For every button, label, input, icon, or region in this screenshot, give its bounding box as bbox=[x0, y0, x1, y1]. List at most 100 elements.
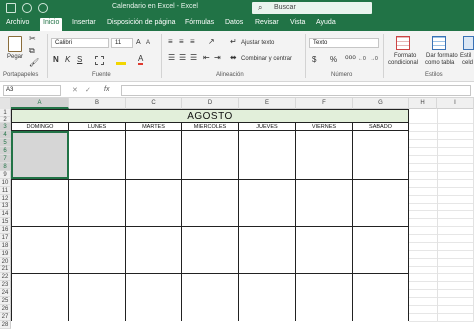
formula-input[interactable] bbox=[121, 85, 471, 96]
cell-styles-label-2[interactable]: celd bbox=[462, 60, 473, 66]
conditional-format-label-2[interactable]: condicional bbox=[388, 60, 418, 66]
percent-icon[interactable]: % bbox=[330, 55, 337, 64]
row-header-13[interactable]: 13 bbox=[0, 203, 11, 210]
row-header-18[interactable]: 18 bbox=[0, 242, 11, 250]
decimal-increase-icon[interactable]: ←0 bbox=[358, 56, 366, 62]
tab-datos[interactable]: Datos bbox=[225, 19, 243, 26]
paste-label[interactable]: Pegar bbox=[7, 54, 23, 60]
row-header-6[interactable]: 6 bbox=[0, 147, 11, 155]
row-header-8[interactable]: 8 bbox=[0, 163, 11, 171]
row-header-7[interactable]: 7 bbox=[0, 155, 11, 163]
italic-icon[interactable]: K bbox=[65, 55, 70, 64]
enter-icon[interactable]: ✓ bbox=[85, 86, 91, 94]
indent-decrease-icon[interactable]: ⇤ bbox=[203, 53, 210, 63]
undo-icon[interactable] bbox=[22, 3, 32, 13]
align-bottom-icon[interactable]: ≡ bbox=[190, 37, 195, 47]
column-header-b[interactable]: B bbox=[69, 98, 126, 109]
tab-vista[interactable]: Vista bbox=[290, 19, 305, 26]
tab-formulas[interactable]: Fórmulas bbox=[185, 19, 214, 26]
tab-disposicion[interactable]: Disposición de página bbox=[107, 19, 176, 26]
row-header-16[interactable]: 16 bbox=[0, 226, 11, 234]
row-header-12[interactable]: 12 bbox=[0, 195, 11, 203]
save-icon[interactable] bbox=[6, 3, 16, 13]
redo-icon[interactable] bbox=[38, 3, 48, 13]
cell-styles-label[interactable]: Estil bbox=[460, 53, 471, 59]
decimal-decrease-icon[interactable]: →0 bbox=[370, 56, 378, 62]
select-all-corner[interactable] bbox=[0, 98, 11, 109]
day-header-jueves[interactable]: JUEVES bbox=[239, 123, 296, 131]
row-header-26[interactable]: 26 bbox=[0, 305, 11, 313]
bold-icon[interactable]: N bbox=[53, 55, 59, 64]
row-header-22[interactable]: 22 bbox=[0, 273, 11, 281]
day-header-sabado[interactable]: SABADO bbox=[353, 123, 409, 131]
table-format-icon[interactable] bbox=[432, 36, 446, 50]
day-header-lunes[interactable]: LUNES bbox=[69, 123, 126, 131]
underline-icon[interactable]: S bbox=[77, 55, 82, 64]
currency-icon[interactable]: $ bbox=[312, 55, 316, 64]
cancel-icon[interactable]: ✕ bbox=[72, 86, 78, 94]
format-painter-icon[interactable]: 🖌 bbox=[29, 58, 39, 68]
row-header-4[interactable]: 4 bbox=[0, 131, 11, 139]
align-right-icon[interactable]: ☰ bbox=[190, 53, 197, 63]
column-header-e[interactable]: E bbox=[239, 98, 296, 109]
name-box[interactable]: A3 bbox=[3, 85, 61, 96]
copy-icon[interactable]: ⧉ bbox=[29, 46, 35, 56]
tab-insertar[interactable]: Insertar bbox=[72, 19, 96, 26]
search-box[interactable]: ⌕ Buscar bbox=[252, 2, 372, 14]
column-header-d[interactable]: D bbox=[182, 98, 239, 109]
row-header-27[interactable]: 27 bbox=[0, 313, 11, 321]
row-header-21[interactable]: 21 bbox=[0, 266, 11, 273]
tab-inicio[interactable]: Inicio bbox=[40, 18, 63, 31]
table-format-label-2[interactable]: como tabla bbox=[425, 60, 454, 66]
font-color-icon[interactable]: A bbox=[138, 54, 144, 65]
row-header-28[interactable]: 28 bbox=[0, 321, 11, 329]
thousands-icon[interactable]: ⁰⁰⁰ bbox=[345, 54, 356, 65]
align-middle-icon[interactable]: ≡ bbox=[179, 37, 184, 47]
column-header-h[interactable]: H bbox=[409, 98, 437, 109]
indent-increase-icon[interactable]: ⇥ bbox=[214, 53, 221, 63]
selected-range[interactable] bbox=[11, 131, 69, 179]
row-header-25[interactable]: 25 bbox=[0, 297, 11, 305]
row-header-9[interactable]: 9 bbox=[0, 171, 11, 179]
tab-ayuda[interactable]: Ayuda bbox=[316, 19, 336, 26]
row-header-20[interactable]: 20 bbox=[0, 258, 11, 266]
font-size-select[interactable]: 11 bbox=[111, 38, 133, 48]
day-header-martes[interactable]: MARTES bbox=[126, 123, 182, 131]
row-header-10[interactable]: 10 bbox=[0, 179, 11, 187]
merge-center-icon[interactable]: ⬌ bbox=[230, 53, 237, 63]
fill-color-icon[interactable] bbox=[116, 55, 126, 65]
font-shrink-icon[interactable]: A bbox=[146, 40, 150, 46]
conditional-format-icon[interactable] bbox=[396, 36, 410, 50]
wrap-text-button[interactable]: Ajustar texto bbox=[241, 40, 274, 46]
tab-revisar[interactable]: Revisar bbox=[255, 19, 279, 26]
merge-center-button[interactable]: Combinar y centrar bbox=[241, 56, 292, 62]
column-header-g[interactable]: G bbox=[353, 98, 409, 109]
wrap-text-icon[interactable]: ↵ bbox=[230, 37, 237, 47]
row-header-14[interactable]: 14 bbox=[0, 210, 11, 218]
day-header-viernes[interactable]: VIERNES bbox=[296, 123, 353, 131]
day-header-miercoles[interactable]: MIERCOLES bbox=[182, 123, 239, 131]
worksheet-grid[interactable]: A B C D E F G H I 1 2 3 4 5 6 7 8 9 10 11 12 13 14 15 1… bbox=[0, 98, 474, 329]
row-header-24[interactable]: 24 bbox=[0, 289, 11, 297]
row-header-5[interactable]: 5 bbox=[0, 139, 11, 147]
paste-icon[interactable] bbox=[8, 36, 22, 52]
align-center-icon[interactable]: ☰ bbox=[179, 53, 186, 63]
row-header-1[interactable]: 1 bbox=[0, 109, 11, 117]
column-header-a[interactable]: A bbox=[11, 98, 69, 109]
row-header-19[interactable]: 19 bbox=[0, 250, 11, 258]
row-header-11[interactable]: 11 bbox=[0, 187, 11, 195]
fx-icon[interactable]: fx bbox=[104, 86, 109, 93]
cut-icon[interactable]: ✂ bbox=[29, 34, 36, 44]
row-header-17[interactable]: 17 bbox=[0, 234, 11, 242]
conditional-format-label[interactable]: Formato bbox=[394, 53, 416, 59]
number-format-select[interactable]: Texto bbox=[309, 38, 379, 48]
font-name-select[interactable]: Calibri bbox=[51, 38, 109, 48]
orientation-icon[interactable]: ↗ bbox=[208, 37, 215, 47]
column-header-c[interactable]: C bbox=[126, 98, 182, 109]
table-format-label[interactable]: Dar formato bbox=[426, 53, 458, 59]
font-grow-icon[interactable]: A bbox=[136, 39, 141, 46]
row-header-3[interactable]: 3 bbox=[0, 123, 11, 131]
tab-archivo[interactable]: Archivo bbox=[6, 19, 29, 26]
align-top-icon[interactable]: ≡ bbox=[168, 37, 173, 47]
column-header-f[interactable]: F bbox=[296, 98, 353, 109]
